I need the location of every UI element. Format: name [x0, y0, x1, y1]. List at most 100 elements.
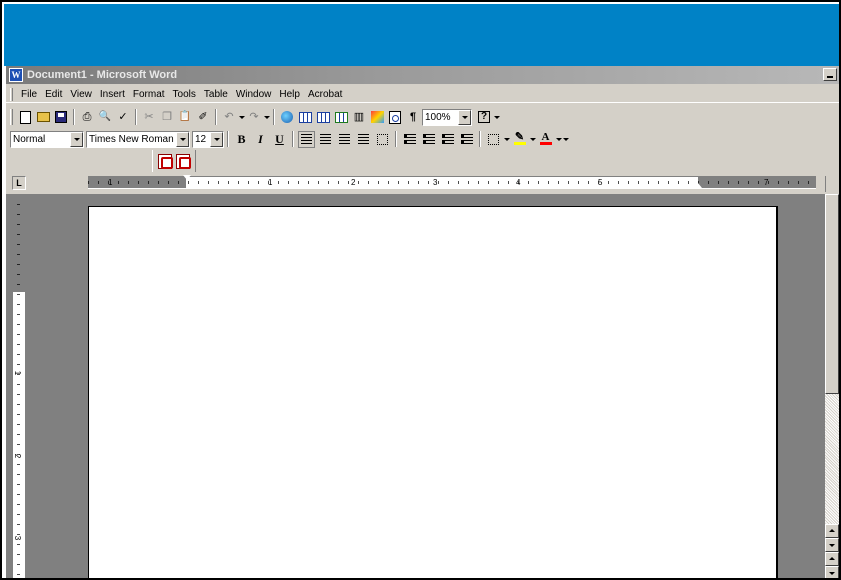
formatting-options-dropdown[interactable] — [562, 131, 569, 147]
previous-page-button[interactable] — [825, 552, 839, 566]
style-dropdown-arrow[interactable] — [70, 131, 83, 147]
acrobat-toolbar — [152, 150, 196, 172]
title-bar[interactable]: W Document1 - Microsoft Word — [6, 66, 839, 84]
spelling-icon: ✓ — [118, 111, 128, 123]
justify-button[interactable] — [355, 131, 372, 148]
document-map-button[interactable] — [387, 109, 403, 125]
desktop-banner — [4, 4, 839, 66]
tab-selector[interactable]: L — [12, 176, 26, 190]
print-icon: ⎙ — [82, 111, 92, 123]
ruler-number: 2 — [351, 178, 356, 187]
cut-button[interactable]: ✂ — [141, 109, 157, 125]
format-painter-button[interactable]: ✐ — [195, 109, 211, 125]
menu-insert[interactable]: Insert — [96, 87, 129, 102]
convert-and-email-pdf-icon — [176, 153, 191, 169]
print-button[interactable]: ⎙ — [79, 109, 95, 125]
insert-table-button[interactable] — [315, 109, 331, 125]
numbering-button[interactable] — [401, 131, 418, 148]
standard-toolbar-grip[interactable] — [10, 109, 13, 125]
bold-button[interactable]: B — [233, 131, 250, 148]
scrollbar-thumb[interactable] — [825, 194, 839, 394]
menu-table[interactable]: Table — [200, 87, 232, 102]
borders-dropdown[interactable] — [503, 131, 510, 147]
convert-and-email-pdf-button[interactable] — [175, 153, 191, 169]
font-dropdown-arrow[interactable] — [176, 131, 189, 147]
toolbar-separator — [227, 131, 229, 147]
redo-button[interactable]: ↷ — [246, 109, 262, 125]
undo-button[interactable]: ↶ — [221, 109, 237, 125]
first-line-indent-marker[interactable] — [183, 175, 191, 180]
insert-excel-icon — [334, 111, 348, 123]
help-button[interactable]: ? — [476, 109, 492, 125]
hyperlink-button[interactable] — [279, 109, 295, 125]
toolbar-options-dropdown[interactable] — [493, 109, 500, 125]
convert-to-pdf-button[interactable] — [157, 153, 173, 169]
zoom-value: 100% — [425, 111, 451, 123]
minimize-button[interactable] — [823, 68, 837, 81]
highlight-dropdown[interactable] — [529, 131, 536, 147]
font-combo[interactable]: Times New Roman — [86, 130, 190, 148]
vertical-ruler-number: 2 — [13, 453, 23, 459]
decrease-indent-button[interactable] — [439, 131, 456, 148]
increase-indent-button[interactable] — [458, 131, 475, 148]
new-document-button[interactable] — [17, 109, 33, 125]
align-right-button[interactable] — [336, 131, 353, 148]
italic-button[interactable]: I — [252, 131, 269, 148]
font-size-dropdown-arrow[interactable] — [210, 131, 223, 147]
spelling-button[interactable]: ✓ — [115, 109, 131, 125]
copy-button[interactable]: ❐ — [159, 109, 175, 125]
tables-borders-button[interactable] — [297, 109, 313, 125]
borders-icon — [488, 133, 499, 145]
style-combo[interactable]: Normal — [10, 130, 84, 148]
menu-format[interactable]: Format — [129, 87, 169, 102]
show-hide-button[interactable]: ¶ — [405, 109, 421, 125]
zoom-combo[interactable]: 100% — [422, 108, 472, 126]
vertical-ruler[interactable]: 1 2 3 — [12, 204, 25, 578]
menu-window[interactable]: Window — [232, 87, 276, 102]
menu-view[interactable]: View — [66, 87, 96, 102]
scroll-up-button[interactable] — [825, 524, 839, 538]
menu-file[interactable]: File — [17, 87, 41, 102]
underline-button[interactable]: U — [271, 131, 288, 148]
bullets-button[interactable] — [420, 131, 437, 148]
menu-acrobat[interactable]: Acrobat — [304, 87, 346, 102]
scroll-down-button[interactable] — [825, 538, 839, 552]
align-left-button[interactable] — [298, 130, 315, 148]
print-preview-icon: 🔍 — [98, 111, 112, 122]
columns-button[interactable]: ▥ — [351, 109, 367, 125]
highlight-button[interactable]: ✎ — [511, 131, 528, 148]
style-value: Normal — [13, 133, 46, 145]
split-box[interactable] — [825, 176, 839, 192]
menu-help[interactable]: Help — [275, 87, 304, 102]
toolbar-separator — [135, 109, 137, 125]
vertical-ruler-ticks — [17, 204, 20, 578]
drawing-button[interactable] — [369, 109, 385, 125]
select-browse-object-button[interactable] — [825, 566, 839, 578]
font-color-dropdown[interactable] — [555, 131, 562, 147]
menu-edit[interactable]: Edit — [41, 87, 66, 102]
borders-button[interactable] — [485, 131, 502, 148]
document-page[interactable] — [88, 206, 778, 578]
horizontal-ruler[interactable]: 1 1 2 3 4 5 7 — [88, 175, 816, 189]
save-icon — [55, 111, 67, 123]
zoom-dropdown-arrow[interactable] — [458, 109, 471, 125]
vertical-scrollbar[interactable] — [825, 194, 839, 578]
distributed-button[interactable] — [374, 131, 391, 148]
word-icon[interactable]: W — [9, 68, 23, 82]
font-size-combo[interactable]: 12 — [192, 130, 224, 148]
redo-dropdown[interactable] — [263, 109, 270, 125]
drawing-icon — [370, 111, 384, 123]
insert-excel-button[interactable] — [333, 109, 349, 125]
print-preview-button[interactable]: 🔍 — [97, 109, 113, 125]
menu-bar-grip[interactable] — [10, 87, 13, 101]
undo-dropdown[interactable] — [238, 109, 245, 125]
font-color-button[interactable]: A — [537, 131, 554, 148]
open-button[interactable] — [35, 109, 51, 125]
save-button[interactable] — [53, 109, 69, 125]
menu-tools[interactable]: Tools — [169, 87, 200, 102]
ruler-number: 1 — [268, 178, 273, 187]
paste-button[interactable]: 📋 — [177, 109, 193, 125]
center-button[interactable] — [317, 131, 334, 148]
redo-icon: ↷ — [249, 111, 259, 123]
right-indent-marker[interactable] — [694, 183, 702, 188]
